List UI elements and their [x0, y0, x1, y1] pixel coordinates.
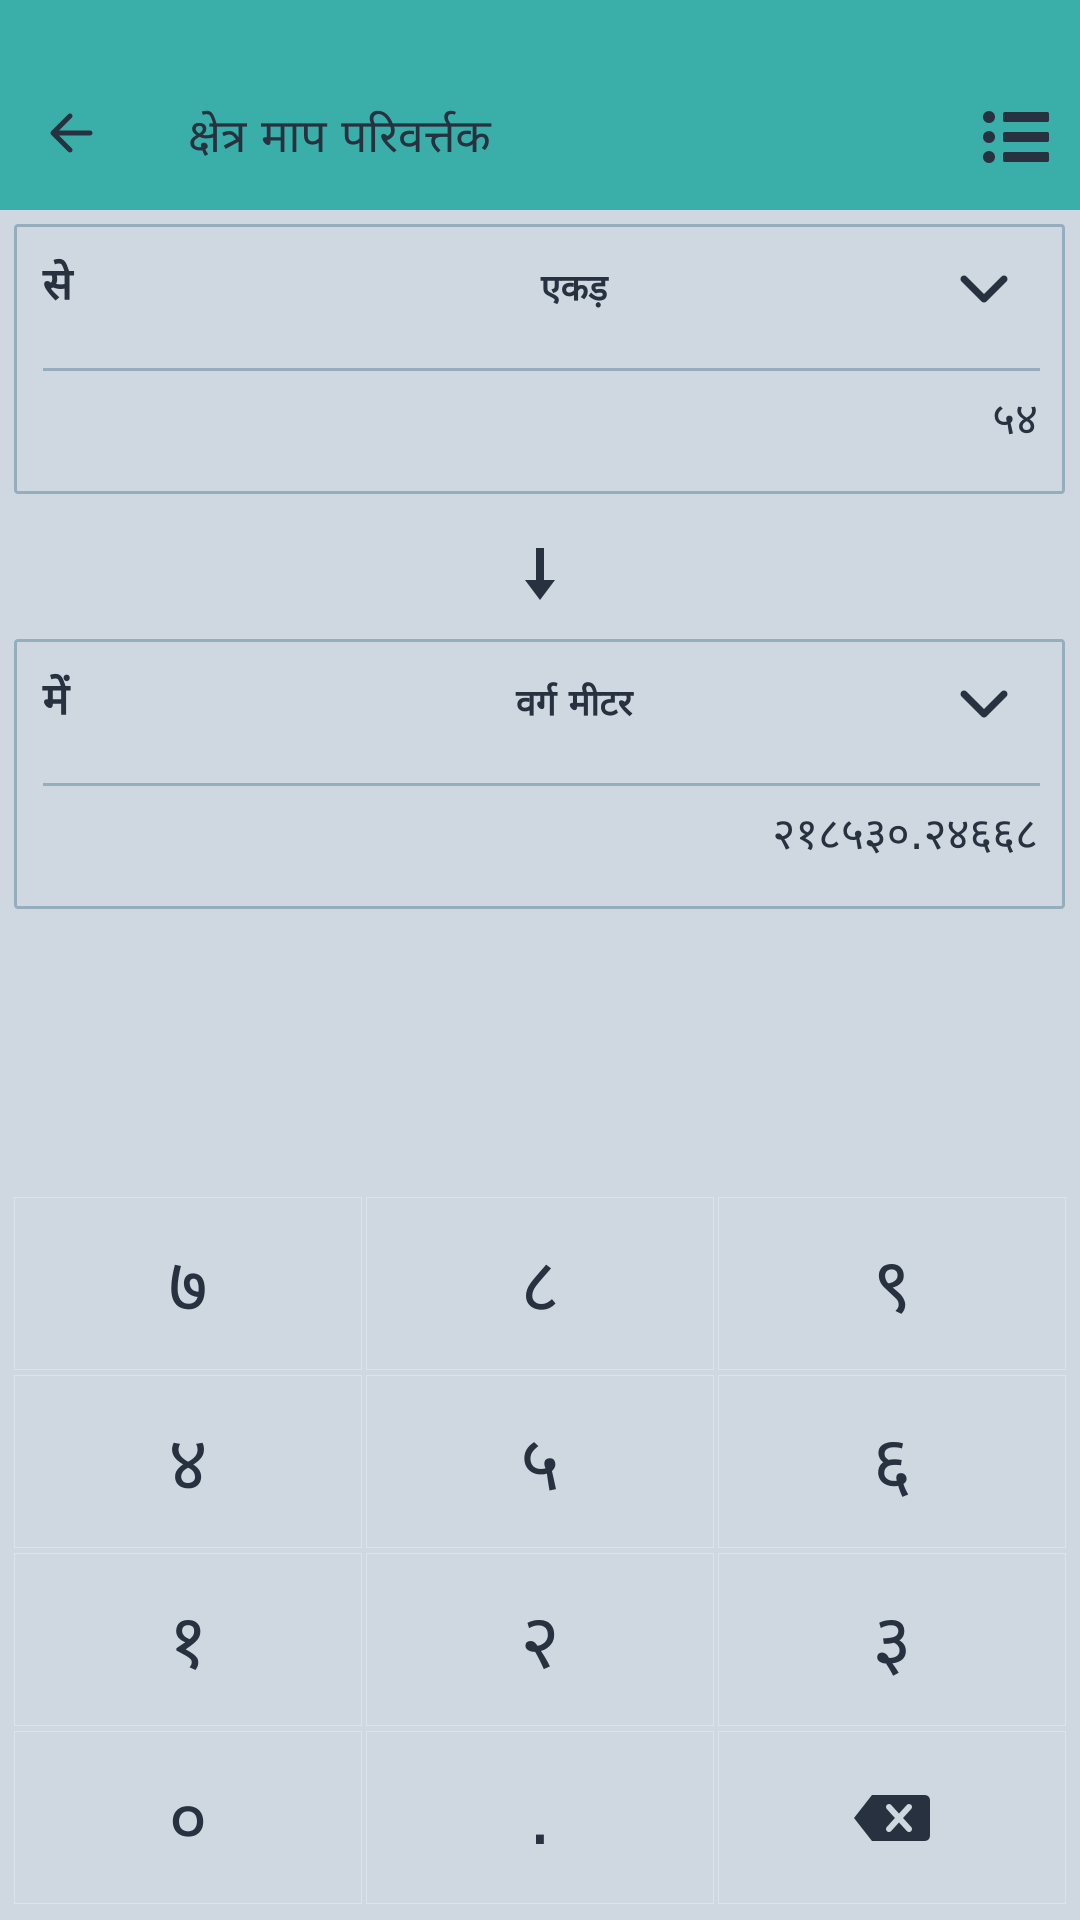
key-4[interactable]: ४	[14, 1375, 362, 1548]
key-6[interactable]: ६	[718, 1375, 1066, 1548]
key-9[interactable]: ९	[718, 1197, 1066, 1370]
from-unit-dropdown[interactable]: एकड़	[107, 255, 1042, 325]
to-label: में	[43, 674, 70, 725]
key-7[interactable]: ७	[14, 1197, 362, 1370]
from-unit-name: एकड़	[541, 268, 608, 309]
key-1[interactable]: १	[14, 1553, 362, 1726]
to-card: में वर्ग मीटर २१८५३०.२४६६८	[14, 639, 1065, 909]
number-keypad: ७ ८ ९ ४ ५ ६ १ २ ३ ० .	[14, 1197, 1068, 1907]
key-0[interactable]: ०	[14, 1731, 362, 1904]
from-divider	[43, 368, 1040, 371]
to-unit-dropdown[interactable]: वर्ग मीटर	[107, 670, 1042, 740]
chevron-down-icon	[956, 676, 1012, 732]
swap-direction-indicator	[510, 540, 570, 610]
key-2[interactable]: २	[366, 1553, 714, 1726]
key-3[interactable]: ३	[718, 1553, 1066, 1726]
back-button[interactable]	[40, 102, 102, 164]
from-card: से एकड़ ५४	[14, 224, 1065, 494]
list-icon	[983, 111, 1049, 163]
arrow-left-icon	[50, 113, 93, 153]
key-decimal[interactable]: .	[366, 1731, 714, 1904]
menu-button[interactable]	[980, 106, 1052, 168]
from-value-input[interactable]: ५४	[992, 390, 1038, 450]
from-label: से	[43, 259, 73, 310]
chevron-down-icon	[956, 261, 1012, 317]
page-title: क्षेत्र माप परिवर्त्तक	[188, 109, 491, 163]
to-divider	[43, 783, 1040, 786]
to-value-output: २१८५३०.२४६६८	[772, 809, 1038, 860]
key-5[interactable]: ५	[366, 1375, 714, 1548]
app-bar: क्षेत्र माप परिवर्त्तक	[0, 0, 1080, 210]
backspace-icon	[854, 1794, 930, 1841]
to-unit-name: वर्ग मीटर	[516, 683, 633, 724]
key-8[interactable]: ८	[366, 1197, 714, 1370]
arrow-down-icon	[525, 548, 555, 600]
backspace-button[interactable]	[718, 1731, 1066, 1904]
